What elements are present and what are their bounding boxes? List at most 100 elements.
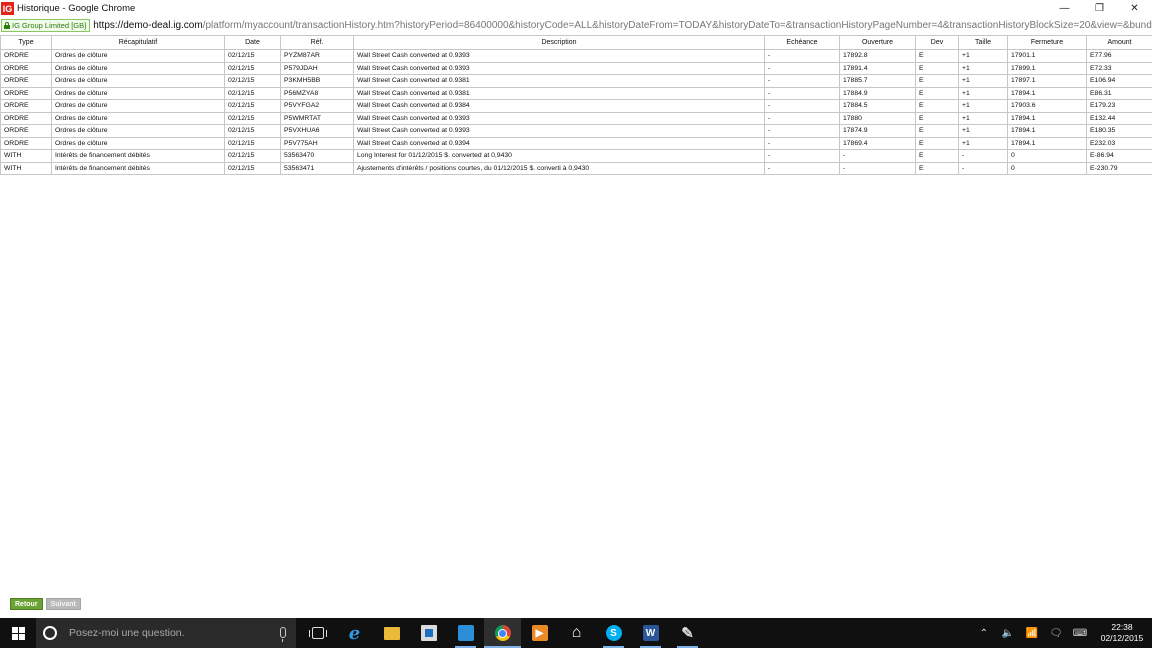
cell-size: +1 [958,124,1008,138]
cell-open: 17869.4 [839,136,916,150]
cell-amount: E180.35 [1086,124,1152,138]
cell-size: +1 [958,86,1008,100]
cell-type: ORDRE [0,61,52,75]
cell-size: +1 [958,111,1008,125]
cell-expiry: - [764,124,840,138]
cell-size: +1 [958,99,1008,113]
cell-type: ORDRE [0,111,52,125]
cell-close: 0 [1007,161,1087,175]
taskbar-button-skype[interactable]: S [595,618,632,648]
cell-amount: E72.33 [1086,61,1152,75]
table-row: ORDRE Ordres de clôture 02/12/15 P3KMH5BB Wa… [0,74,1152,88]
cell-summary: Ordres de clôture [51,74,225,88]
cell-description: Wall Street Cash converted at 0.9393 [353,49,765,63]
cell-ref: P5VXHUA6 [280,124,354,138]
cell-close: 17894.1 [1007,124,1087,138]
taskbar-button-media-player[interactable]: ▶ [521,618,558,648]
taskbar-button-store[interactable] [410,618,447,648]
cell-size: +1 [958,136,1008,150]
next-button[interactable]: Suivant [45,598,81,610]
cell-summary: Ordres de clôture [51,99,225,113]
tray-icons: ⌃ 🔈 📶 🗨 ⌨ [972,618,1092,648]
skype-icon: S [605,625,622,641]
cell-type: ORDRE [0,136,52,150]
cell-description: Wall Street Cash converted at 0.9393 [353,61,765,75]
cell-expiry: - [764,161,840,175]
cell-expiry: - [764,149,840,163]
transaction-table: Type Récapitulatif Date Réf. Description Eché… [0,35,1152,175]
taskbar-button-task-view[interactable] [299,618,336,648]
cell-summary: Ordres de clôture [51,136,225,150]
cell-ref: PYZM87AR [280,49,354,63]
column-header-amount: Amount [1086,35,1152,50]
column-header-type: Type [0,35,52,50]
system-tray: ⌃ 🔈 📶 🗨 ⌨ 22:38 02/12/2015 [972,618,1152,648]
cell-currency: E [915,149,959,163]
clock[interactable]: 22:38 02/12/2015 [1092,622,1152,644]
url-text[interactable]: https://demo-deal.ig.com/platform/myacco… [93,20,1152,31]
cell-description: Wall Street Cash converted at 0.9384 [353,99,765,113]
cell-close: 17894.1 [1007,111,1087,125]
cell-expiry: - [764,61,840,75]
cell-ref: P5VYFGA2 [280,99,354,113]
cell-type: ORDRE [0,49,52,63]
cell-summary: Ordres de clôture [51,86,225,100]
cell-open: 17880 [839,111,916,125]
cortana-search-box[interactable]: Posez-moi une question. [36,618,296,648]
back-button[interactable]: Retour [10,598,43,610]
start-button[interactable] [0,618,36,648]
cell-amount: E179.23 [1086,99,1152,113]
cell-open: - [839,161,916,175]
cell-description: Wall Street Cash converted at 0.9394 [353,136,765,150]
table-row: ORDRE Ordres de clôture 02/12/15 P5V775AH Wa… [0,136,1152,150]
cell-date: 02/12/15 [224,149,281,163]
show-hidden-icons-icon[interactable]: ⌃ [972,618,996,648]
cell-date: 02/12/15 [224,74,281,88]
cell-description: Ajustements d'intérêts / positions court… [353,161,765,175]
taskbar-button-internet-explorer[interactable]: e [336,618,373,648]
cell-open: 17884.5 [839,99,916,113]
volume-icon[interactable]: 🔈 [996,618,1020,648]
cortana-icon [43,626,57,640]
restore-button[interactable]: ❐ [1082,0,1117,17]
column-header-expiry: Echéance [764,35,840,50]
cell-ref: P5V775AH [280,136,354,150]
network-icon[interactable]: 📶 [1020,618,1044,648]
calculator-icon [457,625,474,641]
cell-description: Wall Street Cash converted at 0.9393 [353,124,765,138]
taskbar-button-home[interactable]: ⌂ [558,618,595,648]
internet-explorer-icon: e [348,622,361,644]
keyboard-icon[interactable]: ⌨ [1068,618,1092,648]
task-view-icon [308,627,327,639]
taskbar-button-file-explorer[interactable] [373,618,410,648]
cell-date: 02/12/15 [224,86,281,100]
table-row: ORDRE Ordres de clôture 02/12/15 P56MZYA8 Wa… [0,86,1152,100]
url-scheme: https:// [93,20,124,31]
pagination: Retour Suivant [10,598,81,610]
close-button[interactable]: ✕ [1117,0,1152,17]
taskbar-button-paint[interactable]: ✎ [669,618,706,648]
cell-ref: P5WMRTAT [280,111,354,125]
cell-date: 02/12/15 [224,111,281,125]
table-row: WITH Intérêts de financement débités 02/12… [0,161,1152,175]
cell-open: 17891.4 [839,61,916,75]
cell-description: Wall Street Cash converted at 0.9381 [353,86,765,100]
taskbar-button-chrome[interactable] [484,618,521,648]
taskbar-button-calculator[interactable] [447,618,484,648]
table-row: ORDRE Ordres de clôture 02/12/15 P5VXHUA6 Wa… [0,124,1152,138]
cell-close: 17894.1 [1007,136,1087,150]
taskbar-button-word[interactable]: W [632,618,669,648]
table-row: WITH Intérêts de financement débités 02/12… [0,149,1152,163]
store-icon [420,625,437,641]
microphone-icon[interactable] [280,627,286,642]
url-path: /platform/myaccount/transactionHistory.h… [202,20,1152,31]
cell-open: 17874.9 [839,124,916,138]
cell-open: 17884.9 [839,86,916,100]
security-badge[interactable]: IG Group Limited [GB] [1,19,91,32]
chrome-icon [494,625,511,641]
minimize-button[interactable]: — [1047,0,1082,17]
taskbar-apps: e ▶ ⌂ S W ✎ [299,618,706,648]
cell-ref: 53563471 [280,161,354,175]
action-center-icon[interactable]: 🗨 [1044,618,1068,648]
address-bar[interactable]: IG Group Limited [GB] https://demo-deal.… [0,17,1152,34]
